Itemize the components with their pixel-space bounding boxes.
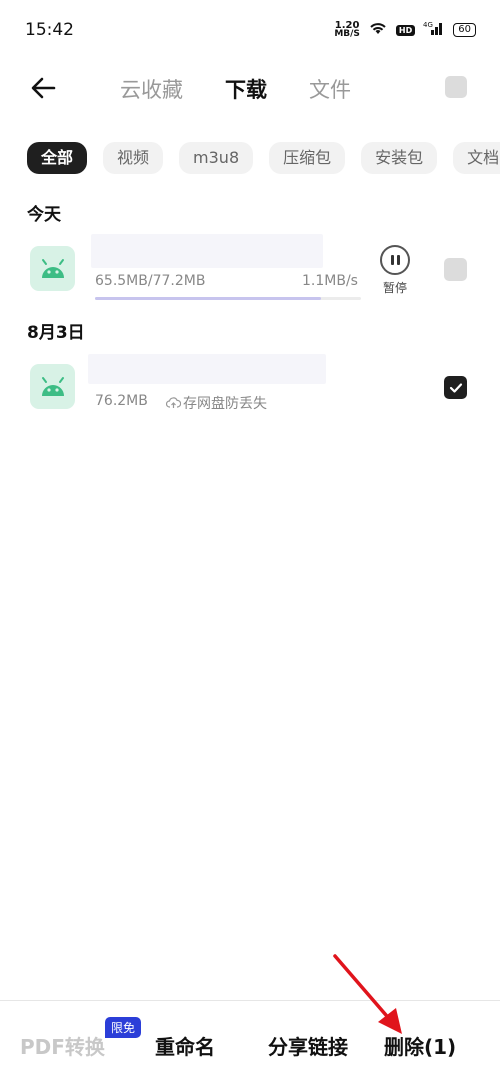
status-time: 15:42 — [25, 20, 74, 40]
back-arrow-icon — [31, 77, 56, 99]
download-item-aug3[interactable]: 76.2MB 存网盘防丢失 — [0, 352, 500, 422]
pause-button[interactable]: 暂停 — [377, 245, 413, 296]
wifi-icon — [368, 20, 388, 40]
rename-button[interactable]: 重命名 — [155, 1031, 215, 1060]
download-item-today[interactable]: 65.5MB/77.2MB 1.1MB/s 暂停 — [0, 232, 500, 304]
cloud-upload-icon — [166, 397, 181, 408]
tab-files[interactable]: 文件 — [309, 74, 351, 104]
filter-all[interactable]: 全部 — [27, 142, 88, 174]
tab-cloud-favorites[interactable]: 云收藏 — [120, 74, 183, 104]
file-name-redacted — [91, 234, 323, 268]
file-size: 65.5MB/77.2MB — [95, 273, 206, 289]
filter-video[interactable]: 视频 — [103, 142, 164, 174]
battery-indicator: 60 — [453, 23, 476, 37]
status-bar: 15:42 1.20 MB/S HD 4G 60 — [0, 0, 500, 56]
filter-archive[interactable]: 压缩包 — [269, 142, 346, 174]
item-checkbox-today[interactable] — [444, 258, 467, 281]
svg-text:4G: 4G — [423, 21, 433, 29]
pdf-convert-button[interactable]: PDF转换 — [20, 1031, 105, 1060]
download-progress-fill — [95, 297, 322, 300]
bottom-action-bar: PDF转换 限免 重命名 分享链接 删除(1) — [0, 1000, 500, 1084]
download-progress-bar — [95, 297, 361, 300]
filter-chips: 全部 视频 m3u8 压缩包 安装包 文档 — [27, 142, 500, 174]
delete-button[interactable]: 删除(1) — [384, 1031, 456, 1060]
filter-m3u8[interactable]: m3u8 — [179, 142, 254, 174]
filter-document[interactable]: 文档 — [453, 142, 500, 174]
status-icons: 1.20 MB/S HD 4G 60 — [334, 20, 476, 40]
section-title-today: 今天 — [27, 205, 61, 225]
tab-bar: 云收藏 下载 文件 — [120, 74, 393, 104]
file-size: 76.2MB — [95, 393, 148, 409]
signal-icon: 4G — [423, 20, 445, 40]
tab-downloads[interactable]: 下载 — [225, 74, 267, 104]
pause-label: 暂停 — [382, 281, 407, 295]
android-app-icon — [30, 364, 75, 409]
top-nav: 云收藏 下载 文件 — [0, 56, 500, 120]
back-button[interactable] — [26, 70, 62, 106]
android-app-icon — [30, 246, 75, 291]
share-link-button[interactable]: 分享链接 — [268, 1031, 348, 1060]
network-speed: 1.20 MB/S — [334, 21, 360, 39]
download-speed: 1.1MB/s — [302, 273, 358, 289]
free-badge: 限免 — [105, 1017, 142, 1038]
file-name-redacted — [88, 354, 326, 384]
check-icon — [449, 382, 462, 393]
select-all-checkbox[interactable] — [445, 76, 467, 98]
network-speed-unit: MB/S — [334, 29, 360, 39]
pause-icon — [380, 245, 410, 275]
section-title-aug3: 8月3日 — [27, 323, 85, 343]
filter-apk[interactable]: 安装包 — [361, 142, 438, 174]
cloud-save-hint[interactable]: 存网盘防丢失 — [166, 393, 267, 413]
item-checkbox-aug3[interactable] — [444, 376, 467, 399]
hd-badge: HD — [395, 24, 416, 36]
cloud-save-hint-label: 存网盘防丢失 — [183, 396, 267, 412]
